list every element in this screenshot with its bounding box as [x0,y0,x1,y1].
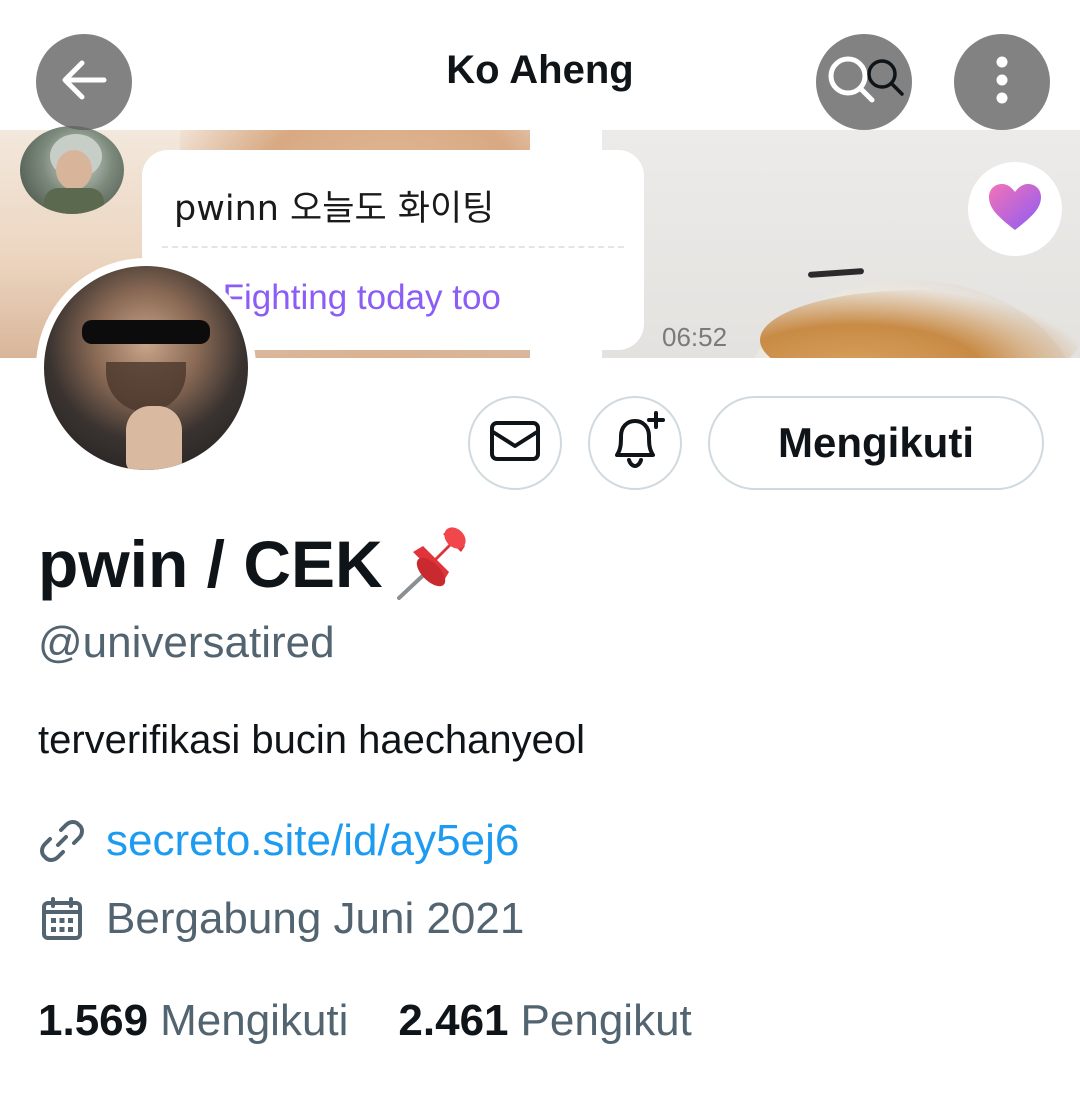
pushpin-icon [391,524,481,604]
following-count: 1.569 [38,996,149,1045]
search-icon [812,48,916,117]
more-options-button[interactable] [954,34,1050,130]
heart-icon [987,182,1043,237]
message-button[interactable] [468,396,562,490]
following-button[interactable]: Mengikuti [708,396,1044,490]
avatar-hand-shape [126,406,182,470]
more-vertical-icon [992,50,1012,115]
profile-joined-row: Bergabung Juni 2021 [38,894,524,944]
profile-avatar[interactable] [36,258,256,478]
profile-bio: terverifikasi bucin haechanyeol [38,718,585,762]
following-stat[interactable]: 1.569 Mengikuti [38,996,348,1046]
profile-link[interactable]: secreto.site/id/ay5ej6 [106,816,519,866]
profile-joined-date: Bergabung Juni 2021 [106,894,525,943]
followers-stat[interactable]: 2.461 Pengikut [398,996,691,1046]
profile-link-row: secreto.site/id/ay5ej6 [38,816,519,866]
follow-stats: 1.569 Mengikuti 2.461 Pengikut [38,996,692,1046]
envelope-icon [488,418,542,469]
header-title: Ko Aheng [446,48,634,92]
following-label: Mengikuti [160,996,349,1045]
followers-count: 2.461 [398,996,509,1045]
heart-button[interactable] [968,162,1062,256]
search-button[interactable] [816,34,912,130]
profile-handle: @universatired [38,618,335,667]
avatar-glasses-shape [82,320,210,344]
avatar-photo [44,266,248,470]
bell-plus-icon [603,409,667,478]
chat-time: 06:52 [662,322,728,352]
display-name-text: pwin / CEK [38,527,383,601]
calendar-icon [38,895,86,943]
notifications-button[interactable] [588,396,682,490]
chat-text-korean: pwinn 오늘도 화이팅 [174,189,495,229]
display-name: pwin / CEK [38,524,481,604]
banner-mini-avatar [20,126,124,214]
chat-divider [162,246,624,248]
followers-label: Pengikut [520,996,692,1045]
avatar-beard-shape [106,362,186,412]
link-icon [38,817,86,865]
